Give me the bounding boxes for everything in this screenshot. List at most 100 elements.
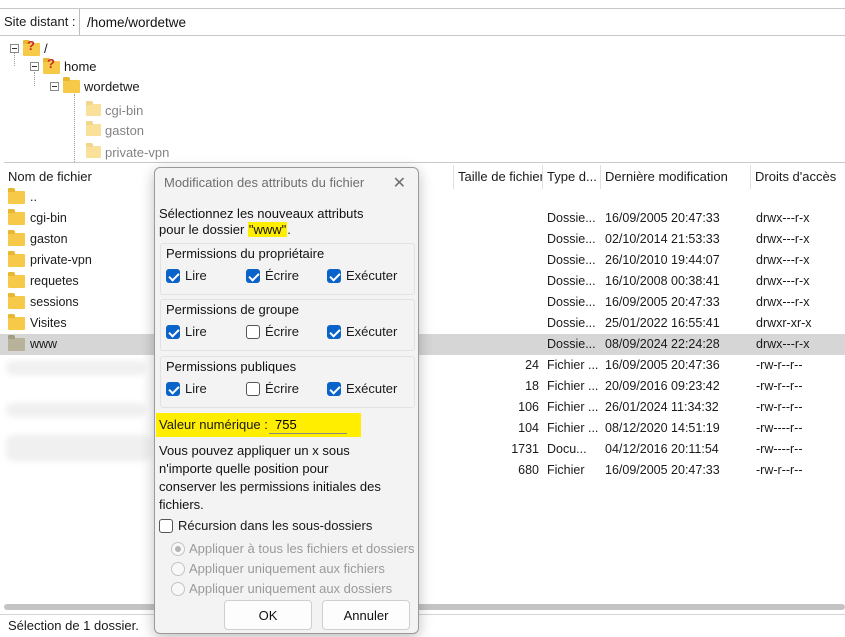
file-size: 106 bbox=[518, 400, 539, 414]
group-read-checkbox[interactable]: Lire bbox=[166, 324, 207, 339]
owner-write-checkbox[interactable]: Écrire bbox=[246, 268, 299, 283]
owner-permissions-group: Permissions du propriétaire Lire Écrire … bbox=[160, 243, 415, 295]
unknown-folder-icon: ? bbox=[43, 57, 60, 74]
table-row[interactable]: 18 Fichier ... 20/09/2016 09:23:42 -rw-r… bbox=[0, 376, 845, 397]
checkbox-checked-icon[interactable] bbox=[327, 324, 341, 339]
radio-unselected-icon[interactable] bbox=[171, 581, 185, 596]
redacted-filename bbox=[6, 361, 146, 375]
public-exec-checkbox[interactable]: Exécuter bbox=[327, 381, 397, 396]
file-rights: -rw----r-- bbox=[756, 421, 803, 435]
file-type: Dossie... bbox=[547, 253, 596, 267]
column-header-size[interactable]: Taille de fichier bbox=[454, 165, 543, 189]
table-row[interactable]: Visites Dossie... 25/01/2022 16:55:41 dr… bbox=[0, 313, 845, 334]
column-header-type[interactable]: Type d... bbox=[543, 165, 601, 189]
dialog-intro: Sélectionnez les nouveaux attributs pour… bbox=[159, 206, 364, 237]
file-type: Dossie... bbox=[547, 211, 596, 225]
checkbox-checked-icon[interactable] bbox=[327, 381, 341, 396]
table-row[interactable]: gaston Dossie... 02/10/2014 21:53:33 drw… bbox=[0, 229, 845, 250]
collapse-icon[interactable] bbox=[10, 43, 19, 53]
group-title: Permissions de groupe bbox=[166, 302, 299, 317]
group-permissions-group: Permissions de groupe Lire Écrire Exécut… bbox=[160, 299, 415, 351]
table-row[interactable]: requetes Dossie... 16/10/2008 00:38:41 d… bbox=[0, 271, 845, 292]
owner-exec-checkbox[interactable]: Exécuter bbox=[327, 268, 397, 283]
radio-selected-icon[interactable] bbox=[171, 541, 185, 556]
file-rights: -rw-r--r-- bbox=[756, 379, 803, 393]
file-modified: 16/09/2005 20:47:33 bbox=[605, 211, 720, 225]
checkbox-checked-icon[interactable] bbox=[166, 268, 180, 283]
folder-icon bbox=[8, 188, 25, 204]
checkbox-checked-icon[interactable] bbox=[166, 381, 180, 396]
file-list-header: Nom de fichier Taille de fichier Type d.… bbox=[0, 165, 845, 189]
folder-name-highlight: "www" bbox=[247, 222, 288, 237]
file-modified: 16/09/2005 20:47:36 bbox=[605, 358, 720, 372]
owner-read-checkbox[interactable]: Lire bbox=[166, 268, 207, 283]
recursion-checkbox[interactable]: Récursion dans les sous-dossiers bbox=[159, 518, 372, 533]
file-modified: 08/09/2024 22:24:28 bbox=[605, 337, 720, 351]
file-type: Fichier ... bbox=[547, 421, 599, 435]
file-modified: 26/10/2010 19:44:07 bbox=[605, 253, 720, 267]
file-size: 18 bbox=[525, 379, 539, 393]
file-rights: -rw-r--r-- bbox=[756, 463, 803, 477]
group-write-checkbox[interactable]: Écrire bbox=[246, 324, 299, 339]
table-row[interactable]: cgi-bin Dossie... 16/09/2005 20:47:33 dr… bbox=[0, 208, 845, 229]
tree-node-label: wordetwe bbox=[84, 78, 140, 94]
close-icon[interactable]: ✕ bbox=[393, 173, 406, 193]
remote-site-label: Site distant : bbox=[4, 9, 80, 35]
horizontal-scrollbar[interactable] bbox=[4, 604, 845, 610]
redacted-filename bbox=[6, 403, 146, 417]
table-row[interactable]: 680 Fichier 16/09/2005 20:47:33 -rw-r--r… bbox=[0, 460, 845, 481]
table-row-selected[interactable]: www Dossie... 08/09/2024 22:24:28 drwx--… bbox=[0, 334, 845, 355]
file-size: 104 bbox=[518, 421, 539, 435]
file-rights: drwx---r-x bbox=[756, 337, 810, 351]
checkbox-checked-icon[interactable] bbox=[246, 268, 260, 283]
table-row[interactable]: .. bbox=[0, 187, 845, 208]
file-modified: 25/01/2022 16:55:41 bbox=[605, 316, 720, 330]
file-rights: drwx---r-x bbox=[756, 253, 810, 267]
group-exec-checkbox[interactable]: Exécuter bbox=[327, 324, 397, 339]
public-write-checkbox[interactable]: Écrire bbox=[246, 381, 299, 396]
checkbox-unchecked-icon[interactable] bbox=[246, 381, 260, 396]
table-row[interactable]: private-vpn Dossie... 26/10/2010 19:44:0… bbox=[0, 250, 845, 271]
collapse-icon[interactable] bbox=[30, 61, 39, 71]
radio-unselected-icon[interactable] bbox=[171, 561, 185, 576]
radio-apply-files[interactable]: Appliquer uniquement aux fichiers bbox=[171, 561, 385, 576]
tree-node-child[interactable]: private-vpn bbox=[86, 142, 169, 162]
collapse-icon[interactable] bbox=[50, 81, 59, 91]
file-size: 1731 bbox=[511, 442, 539, 456]
file-type: Dossie... bbox=[547, 295, 596, 309]
checkbox-checked-icon[interactable] bbox=[327, 268, 341, 283]
checkbox-unchecked-icon[interactable] bbox=[159, 518, 173, 533]
public-read-checkbox[interactable]: Lire bbox=[166, 381, 207, 396]
radio-apply-dirs[interactable]: Appliquer uniquement aux dossiers bbox=[171, 581, 392, 596]
file-name: cgi-bin bbox=[30, 211, 67, 225]
file-modified: 16/09/2005 20:47:33 bbox=[605, 295, 720, 309]
tree-node-child[interactable]: cgi-bin bbox=[86, 100, 143, 120]
file-size: 24 bbox=[525, 358, 539, 372]
file-modified: 02/10/2014 21:53:33 bbox=[605, 232, 720, 246]
cancel-button[interactable]: Annuler bbox=[322, 600, 410, 630]
remote-directory-tree: ? / ? home wordetwe cgi-bin gaston priva… bbox=[4, 38, 845, 163]
ok-button[interactable]: OK bbox=[224, 600, 312, 630]
tree-node-home[interactable]: ? home bbox=[30, 56, 97, 76]
folder-icon bbox=[8, 251, 25, 267]
radio-apply-all[interactable]: Appliquer à tous les fichiers et dossier… bbox=[171, 541, 414, 556]
tree-node-wordetwe[interactable]: wordetwe bbox=[50, 76, 140, 96]
file-rights: -rw----r-- bbox=[756, 442, 803, 456]
file-attributes-dialog: Modification des attributs du fichier ✕ … bbox=[154, 167, 419, 634]
numeric-value-input[interactable] bbox=[269, 416, 347, 434]
tree-node-child[interactable]: gaston bbox=[86, 120, 144, 140]
file-type: Docu... bbox=[547, 442, 587, 456]
file-rights: -rw-r--r-- bbox=[756, 358, 803, 372]
file-modified: 16/09/2005 20:47:33 bbox=[605, 463, 720, 477]
table-row[interactable]: sessions Dossie... 16/09/2005 20:47:33 d… bbox=[0, 292, 845, 313]
tree-node-label: gaston bbox=[105, 122, 145, 138]
remote-path-input[interactable] bbox=[84, 11, 843, 33]
tree-node-label: home bbox=[64, 58, 97, 74]
file-rights: -rw-r--r-- bbox=[756, 400, 803, 414]
checkbox-checked-icon[interactable] bbox=[166, 324, 180, 339]
column-header-rights[interactable]: Droits d'accès bbox=[751, 165, 845, 189]
numeric-value-label: Valeur numérique : bbox=[159, 417, 268, 432]
column-header-modified[interactable]: Dernière modification bbox=[601, 165, 751, 189]
tree-node-root[interactable]: ? / bbox=[10, 38, 48, 58]
checkbox-unchecked-icon[interactable] bbox=[246, 324, 260, 339]
